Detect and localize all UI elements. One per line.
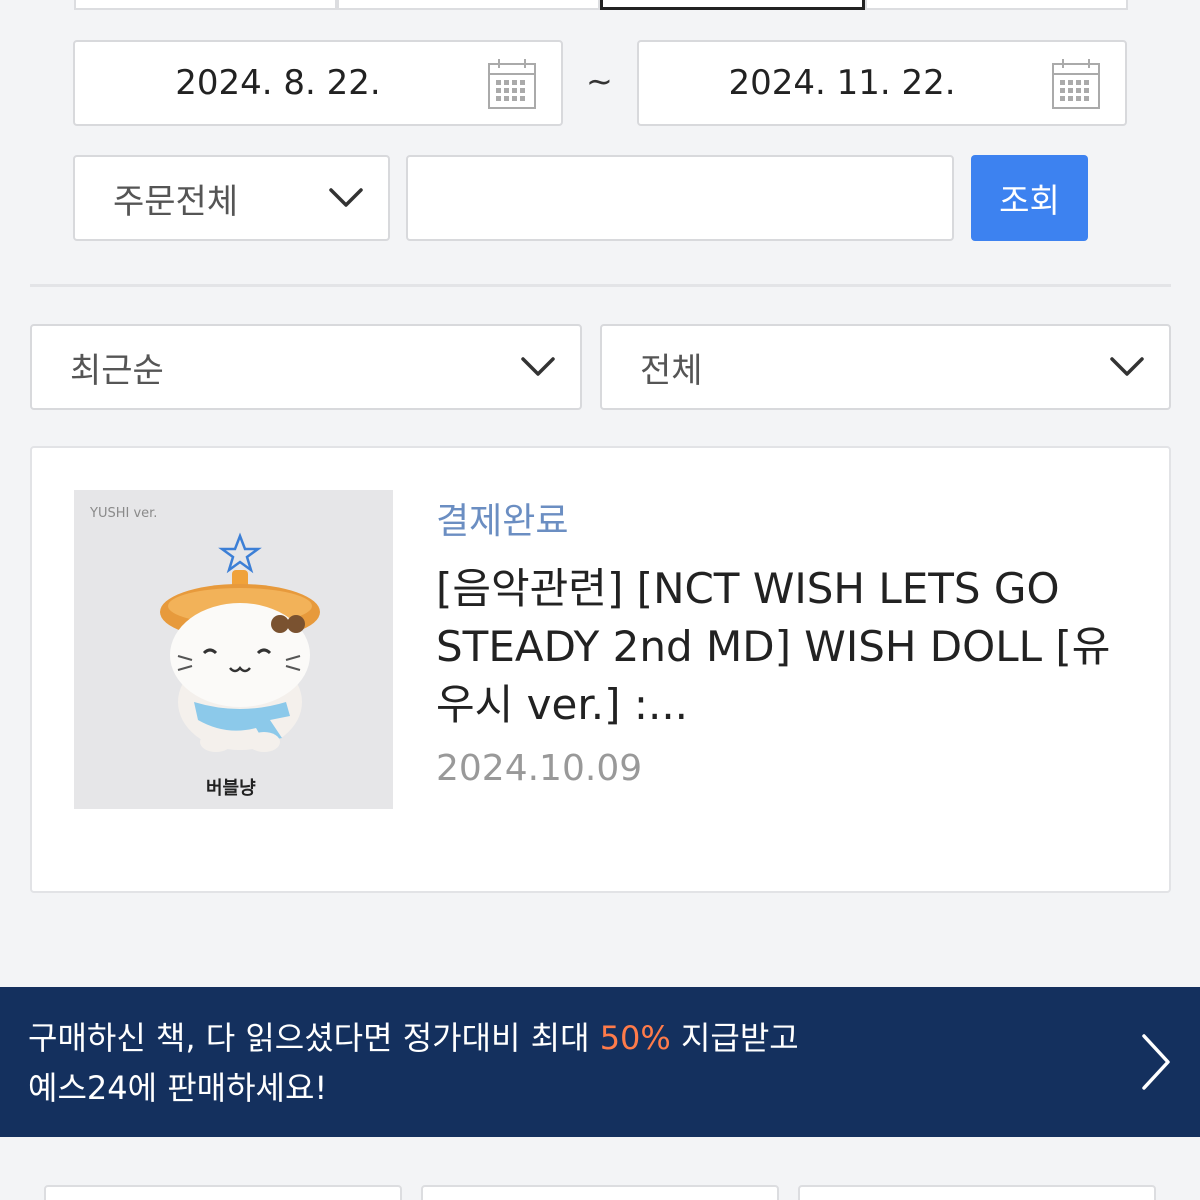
end-date-field[interactable]: 2024. 11. 22. [637,40,1127,126]
order-title[interactable]: [음악관련] [NCT WISH LETS GO STEADY 2nd MD] … [436,560,1136,734]
order-type-selected: 주문전체 [113,181,239,222]
banner-text: 구매하신 책, 다 읽으셨다면 정가대비 최대 50% 지급받고 예스24에 판… [28,1013,799,1113]
product-thumbnail[interactable]: YUSHI ver. 버블냥 [74,490,393,809]
bottom-action-button[interactable] [421,1185,779,1200]
period-tab-selected[interactable] [600,0,865,10]
end-date-value: 2024. 11. 22. [728,63,956,103]
date-range-separator: ~ [586,62,613,100]
order-type-select[interactable]: 주문전체 [73,155,390,241]
thumbnail-brand-label: 버블냥 [206,778,256,799]
bottom-action-button[interactable] [44,1185,402,1200]
order-status: 결제완료 [436,501,569,542]
plush-doll-image [160,532,320,752]
order-date: 2024.10.09 [436,748,643,789]
banner-line1-before: 구매하신 책, 다 읽으셨다면 정가대비 최대 [28,1019,600,1057]
period-tab[interactable] [74,0,337,10]
sort-select[interactable]: 최근순 [30,324,582,410]
period-tabs [74,0,1128,10]
banner-highlight: 50% [599,1019,671,1057]
bottom-action-button[interactable] [798,1185,1156,1200]
start-date-field[interactable]: 2024. 8. 22. [73,40,563,126]
calendar-icon[interactable] [487,58,537,110]
start-date-value: 2024. 8. 22. [175,63,381,103]
banner-line2: 예스24에 판매하세요! [28,1069,328,1107]
query-button[interactable]: 조회 [971,155,1088,241]
chevron-right-icon[interactable] [1140,1032,1172,1092]
chevron-down-icon [1110,357,1144,376]
period-tab[interactable] [865,0,1128,10]
period-tab[interactable] [337,0,600,10]
chevron-down-icon [329,188,363,207]
chevron-down-icon [521,357,555,376]
search-input[interactable] [406,155,954,241]
sell-book-banner[interactable]: 구매하신 책, 다 읽으셨다면 정가대비 최대 50% 지급받고 예스24에 판… [0,987,1200,1137]
status-selected: 전체 [640,350,703,391]
order-card[interactable]: YUSHI ver. 버블냥 결제완료 [음악관련] [NCT WISH LET… [30,446,1171,893]
calendar-icon[interactable] [1051,58,1101,110]
banner-line1-after: 지급받고 [670,1019,799,1057]
status-select[interactable]: 전체 [600,324,1171,410]
sort-selected: 최근순 [70,350,164,391]
